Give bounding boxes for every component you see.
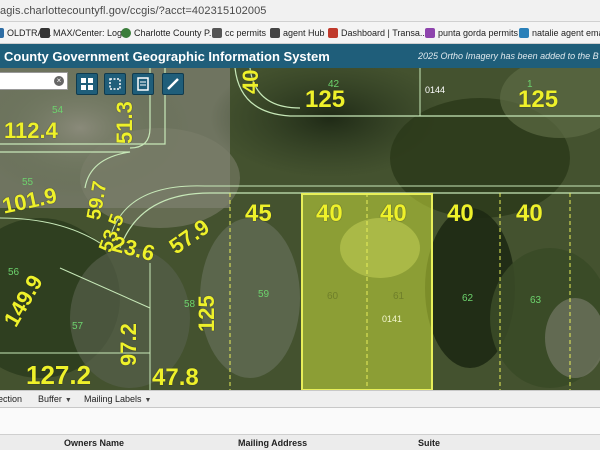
bookmark-label: MAX/Center: Login (53, 28, 130, 38)
dimension-label: 112.4 (4, 118, 58, 143)
dimension-label: 40 (447, 200, 474, 227)
layers-tool-button[interactable] (132, 73, 154, 95)
toolbar-label: ection (0, 394, 23, 404)
hub-icon (270, 28, 280, 38)
bookmark-charlotte-county[interactable]: Charlotte County P... (121, 26, 216, 40)
column-header-mailing-address[interactable]: Mailing Address (238, 438, 307, 448)
dimension-label: 40 (238, 69, 263, 94)
bookmark-label: Dashboard | Transa... (341, 28, 428, 38)
chevron-down-icon: ▼ (144, 397, 152, 404)
mailing-labels-menu[interactable]: Mailing Labels ▼ (84, 394, 151, 404)
results-table-header: Owners Name Mailing Address Suite (0, 434, 600, 450)
grid-tool-button[interactable] (76, 73, 98, 95)
results-panel: Owners Name Mailing Address Suite (0, 408, 600, 450)
layers-icon (137, 77, 149, 91)
lot-number: 55 (22, 177, 34, 188)
url-text[interactable]: agis.charlottecountyfl.gov/ccgis/?acct=4… (0, 5, 267, 17)
lot-number: 60 (327, 291, 339, 302)
dimension-label: 125 (305, 86, 346, 113)
dimension-label: 127.2 (26, 360, 92, 390)
dimension-label: 97.2 (116, 323, 141, 366)
bookmark-natalie-email[interactable]: natalie agent email (519, 26, 600, 40)
buffer-menu[interactable]: Buffer ▼ (38, 394, 72, 404)
folder-icon (0, 28, 4, 38)
bookmark-label: natalie agent email (532, 28, 600, 38)
toolbar-label: Buffer (38, 394, 62, 404)
lot-number: 63 (530, 295, 542, 306)
lot-number: 59 (258, 289, 270, 300)
select-box-tool-button[interactable] (104, 73, 126, 95)
parcel-id: 0144 (425, 85, 446, 95)
bookmark-punta-gorda[interactable]: punta gorda permits (425, 26, 518, 40)
dimension-label: 51.3 (112, 101, 137, 144)
lot-number: 56 (8, 267, 20, 278)
bookmark-label: Charlotte County P... (134, 28, 217, 38)
dimension-label: 125 (518, 86, 559, 113)
bookmark-label: punta gorda permits (438, 28, 519, 38)
chevron-down-icon: ▼ (64, 397, 72, 404)
measure-tool-button[interactable] (162, 73, 184, 95)
app-header: County Government Geographic Information… (0, 44, 600, 68)
search-input[interactable]: × (0, 72, 68, 90)
announcement-banner[interactable]: 2025 Ortho Imagery has been added to the… (418, 51, 599, 61)
lot-number: 61 (393, 291, 405, 302)
lot-number: 42 (328, 79, 340, 90)
toolbar-label: Mailing Labels (84, 394, 142, 404)
bookmark-dashboard[interactable]: Dashboard | Transa... (328, 26, 427, 40)
address-bar[interactable]: agis.charlottecountyfl.gov/ccgis/?acct=4… (0, 0, 600, 22)
document-icon (212, 28, 222, 38)
lot-number: 62 (462, 293, 474, 304)
dimension-label: 40 (316, 200, 343, 227)
county-seal-icon (121, 28, 131, 38)
aerial-imagery (0, 68, 600, 390)
bookmark-cc-permits[interactable]: cc permits (212, 26, 266, 40)
column-header-suite[interactable]: Suite (418, 438, 440, 448)
bookmark-label: cc permits (225, 28, 267, 38)
dimension-label: 45 (245, 200, 272, 227)
lot-number: 58 (184, 299, 196, 310)
selection-toolbar: ection Buffer ▼ Mailing Labels ▼ (0, 390, 600, 408)
parcel-id: 0141 (382, 314, 403, 324)
dimension-label: 47.8 (152, 364, 199, 390)
selection-menu[interactable]: ection (0, 394, 22, 404)
dimension-label: 40 (380, 200, 407, 227)
max-icon (40, 28, 50, 38)
bookmark-label: agent Hub (283, 28, 325, 38)
bookmark-max-center[interactable]: MAX/Center: Login (40, 26, 129, 40)
lot-number: 1 (527, 79, 533, 90)
lot-number: 57 (72, 321, 84, 332)
lot-number: 54 (52, 105, 64, 116)
map-view[interactable]: × 40 125 125 112.4 51.3 101.9 59.7 53.5 … (0, 68, 600, 390)
city-icon (425, 28, 435, 38)
measure-icon (167, 78, 179, 90)
select-box-icon (109, 78, 121, 90)
dimension-label: 125 (194, 295, 219, 332)
email-icon (519, 28, 529, 38)
dashboard-icon (328, 28, 338, 38)
grid-icon (81, 78, 93, 90)
column-header-owners-name[interactable]: Owners Name (64, 438, 124, 448)
bookmark-agent-hub[interactable]: agent Hub (270, 26, 325, 40)
close-icon[interactable]: × (54, 76, 64, 86)
dimension-label: 40 (516, 200, 543, 227)
page-title: County Government Geographic Information… (4, 49, 330, 64)
bookmarks-bar: OLDTRAIL MAX/Center: Login Charlotte Cou… (0, 22, 600, 44)
